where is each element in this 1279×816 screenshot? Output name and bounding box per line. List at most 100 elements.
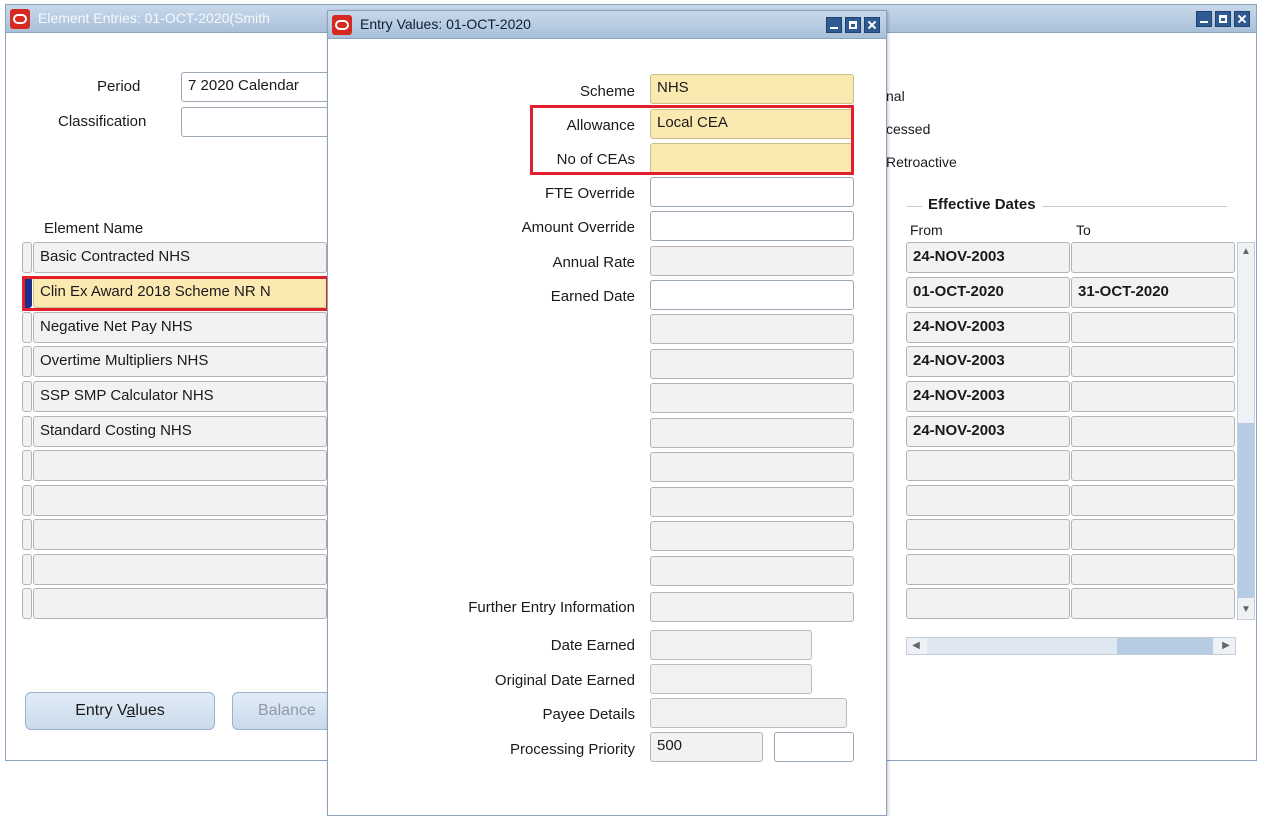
entry-value-field xyxy=(650,418,854,448)
from-date-cell[interactable]: 24-NOV-2003 xyxy=(906,312,1070,343)
to-date-cell[interactable] xyxy=(1071,381,1235,412)
table-row[interactable]: SSP SMP Calculator NHS xyxy=(22,381,327,414)
from-date-cell[interactable]: 24-NOV-2003 xyxy=(906,242,1070,273)
row-selector[interactable] xyxy=(22,312,32,343)
allowance-field[interactable]: Local CEA xyxy=(650,109,854,139)
to-date-cell[interactable] xyxy=(1071,312,1235,343)
period-field[interactable]: 7 2020 Calendar xyxy=(181,72,341,102)
amount-override-field[interactable] xyxy=(650,211,854,241)
oracle-app-icon xyxy=(332,15,352,35)
further-entry-info-field[interactable] xyxy=(650,592,854,622)
element-name-cell[interactable] xyxy=(33,588,327,619)
entry-value-field xyxy=(650,556,854,586)
to-date-cell[interactable] xyxy=(1071,485,1235,516)
minimize-icon[interactable] xyxy=(1196,11,1212,27)
row-selector[interactable] xyxy=(22,381,32,412)
from-date-cell[interactable]: 24-NOV-2003 xyxy=(906,381,1070,412)
annual-rate-field xyxy=(650,246,854,276)
fte-override-field[interactable] xyxy=(650,177,854,207)
row-selector[interactable] xyxy=(22,485,32,516)
element-name-cell[interactable]: Clin Ex Award 2018 Scheme NR N xyxy=(33,277,327,308)
row-selector[interactable] xyxy=(22,416,32,447)
horizontal-scrollbar[interactable]: ◀ ▶ xyxy=(906,637,1236,655)
row-selector[interactable] xyxy=(22,242,32,273)
table-row[interactable] xyxy=(22,450,327,483)
table-row[interactable] xyxy=(22,519,327,552)
fragment-label-retroactive: Retroactive xyxy=(886,154,957,170)
from-date-cell[interactable] xyxy=(906,519,1070,550)
scheme-field[interactable]: NHS xyxy=(650,74,854,104)
allowance-label: Allowance xyxy=(566,117,635,134)
element-name-cell[interactable]: Basic Contracted NHS xyxy=(33,242,327,273)
table-row[interactable] xyxy=(22,485,327,518)
period-label: Period xyxy=(97,78,141,95)
to-date-cell[interactable] xyxy=(1071,346,1235,377)
from-date-cell[interactable] xyxy=(906,450,1070,481)
earned-date-field[interactable] xyxy=(650,280,854,310)
entry-value-field xyxy=(650,383,854,413)
scrollbar-thumb[interactable] xyxy=(1238,423,1254,598)
element-name-cell[interactable] xyxy=(33,485,327,516)
processing-priority-field: 500 xyxy=(650,732,763,762)
row-selector-active[interactable] xyxy=(22,277,32,308)
entry-values-titlebar[interactable]: Entry Values: 01-OCT-2020 xyxy=(328,11,886,39)
to-date-cell[interactable] xyxy=(1071,588,1235,619)
row-selector[interactable] xyxy=(22,450,32,481)
from-date-cell[interactable]: 24-NOV-2003 xyxy=(906,416,1070,447)
table-row[interactable]: Standard Costing NHS xyxy=(22,416,327,449)
element-name-cell[interactable] xyxy=(33,519,327,550)
to-date-cell[interactable] xyxy=(1071,416,1235,447)
to-date-cell[interactable] xyxy=(1071,242,1235,273)
element-name-cell[interactable] xyxy=(33,450,327,481)
close-icon[interactable] xyxy=(1234,11,1250,27)
table-row-selected[interactable]: Clin Ex Award 2018 Scheme NR N xyxy=(22,277,327,310)
processing-priority-extra-field[interactable] xyxy=(774,732,854,762)
row-selector[interactable] xyxy=(22,588,32,619)
original-date-earned-field xyxy=(650,664,812,694)
no-of-ceas-field[interactable] xyxy=(650,143,854,173)
from-date-cell[interactable] xyxy=(906,554,1070,585)
minimize-icon[interactable] xyxy=(826,17,842,33)
from-date-cell[interactable]: 24-NOV-2003 xyxy=(906,346,1070,377)
element-name-cell[interactable]: Negative Net Pay NHS xyxy=(33,312,327,343)
to-date-cell[interactable] xyxy=(1071,519,1235,550)
row-selector[interactable] xyxy=(22,554,32,585)
table-row[interactable] xyxy=(22,588,327,621)
entry-values-button[interactable]: Entry Values xyxy=(25,692,215,730)
oracle-app-icon xyxy=(10,9,30,29)
row-selector[interactable] xyxy=(22,519,32,550)
from-date-cell[interactable] xyxy=(906,588,1070,619)
earned-date-label: Earned Date xyxy=(550,288,635,305)
scroll-left-icon[interactable]: ◀ xyxy=(907,638,925,654)
maximize-icon[interactable] xyxy=(845,17,861,33)
scroll-up-icon[interactable]: ▲ xyxy=(1238,243,1254,261)
classification-label: Classification xyxy=(58,113,147,130)
element-entries-title: Element Entries: 01-OCT-2020(Smith xyxy=(38,10,270,26)
from-date-cell[interactable] xyxy=(906,485,1070,516)
table-row[interactable]: Basic Contracted NHS xyxy=(22,242,327,275)
maximize-icon[interactable] xyxy=(1215,11,1231,27)
to-date-cell[interactable] xyxy=(1071,554,1235,585)
table-row[interactable] xyxy=(22,554,327,587)
annual-rate-label: Annual Rate xyxy=(552,254,635,271)
element-name-cell[interactable] xyxy=(33,554,327,585)
no-of-ceas-label: No of CEAs xyxy=(556,151,635,168)
row-selector[interactable] xyxy=(22,346,32,377)
entry-value-field xyxy=(650,452,854,482)
to-date-cell[interactable]: 31-OCT-2020 xyxy=(1071,277,1235,308)
element-name-cell[interactable]: Overtime Multipliers NHS xyxy=(33,346,327,377)
further-entry-info-label: Further Entry Information xyxy=(468,599,635,616)
element-name-cell[interactable]: Standard Costing NHS xyxy=(33,416,327,447)
from-date-cell[interactable]: 01-OCT-2020 xyxy=(906,277,1070,308)
table-row[interactable]: Negative Net Pay NHS xyxy=(22,312,327,345)
close-icon[interactable] xyxy=(864,17,880,33)
scrollbar-track xyxy=(927,638,1117,654)
table-row[interactable]: Overtime Multipliers NHS xyxy=(22,346,327,379)
to-date-cell[interactable] xyxy=(1071,450,1235,481)
element-name-cell[interactable]: SSP SMP Calculator NHS xyxy=(33,381,327,412)
classification-field[interactable] xyxy=(181,107,341,137)
scroll-down-icon[interactable]: ▼ xyxy=(1238,601,1254,619)
scroll-right-icon[interactable]: ▶ xyxy=(1217,638,1235,654)
vertical-scrollbar[interactable]: ▲ ▼ xyxy=(1237,242,1255,620)
scrollbar-thumb-horizontal[interactable] xyxy=(1117,638,1213,654)
